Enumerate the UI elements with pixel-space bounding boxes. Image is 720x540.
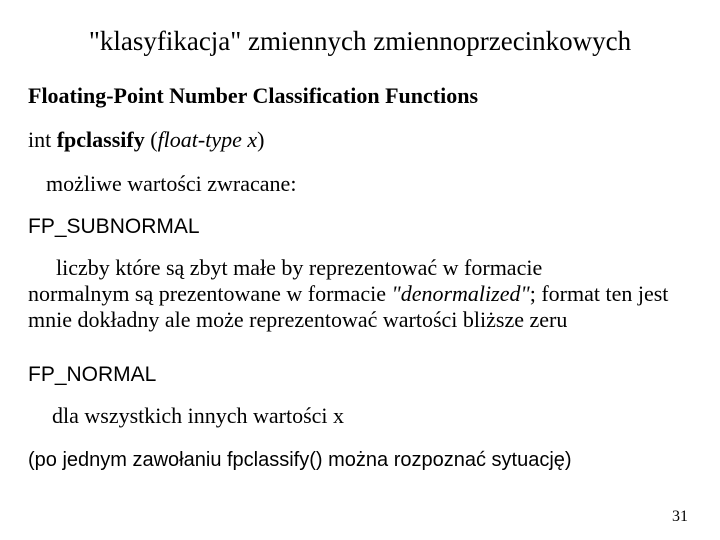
para1-italic: "denormalized" bbox=[391, 281, 529, 306]
constant-fp-normal: FP_NORMAL bbox=[28, 363, 692, 387]
sig-arg: float-type x bbox=[158, 127, 258, 152]
constant-fp-subnormal: FP_SUBNORMAL bbox=[28, 215, 692, 239]
return-values-label: możliwe wartości zwracane: bbox=[46, 171, 692, 197]
para1-line2a: normalnym są prezentowane w formacie bbox=[28, 281, 391, 306]
section-heading: Floating-Point Number Classification Fun… bbox=[28, 83, 692, 109]
footer-note: (po jednym zawołaniu fpclassify() można … bbox=[28, 449, 692, 472]
slide-title: "klasyfikacja" zmiennych zmiennoprzecink… bbox=[28, 26, 692, 57]
sig-open-paren: ( bbox=[145, 127, 158, 152]
fp-normal-description: dla wszystkich innych wartości x bbox=[52, 403, 692, 429]
page-number: 31 bbox=[672, 508, 688, 526]
sig-return-type: int bbox=[28, 127, 57, 152]
sig-close-paren: ) bbox=[257, 127, 264, 152]
sig-function-name: fpclassify bbox=[57, 127, 145, 152]
function-signature: int fpclassify (float-type x) bbox=[28, 127, 692, 153]
para1-line1: liczby które są zbyt małe by reprezentow… bbox=[56, 255, 542, 280]
fp-subnormal-description: liczby które są zbyt małe by reprezentow… bbox=[28, 255, 692, 333]
